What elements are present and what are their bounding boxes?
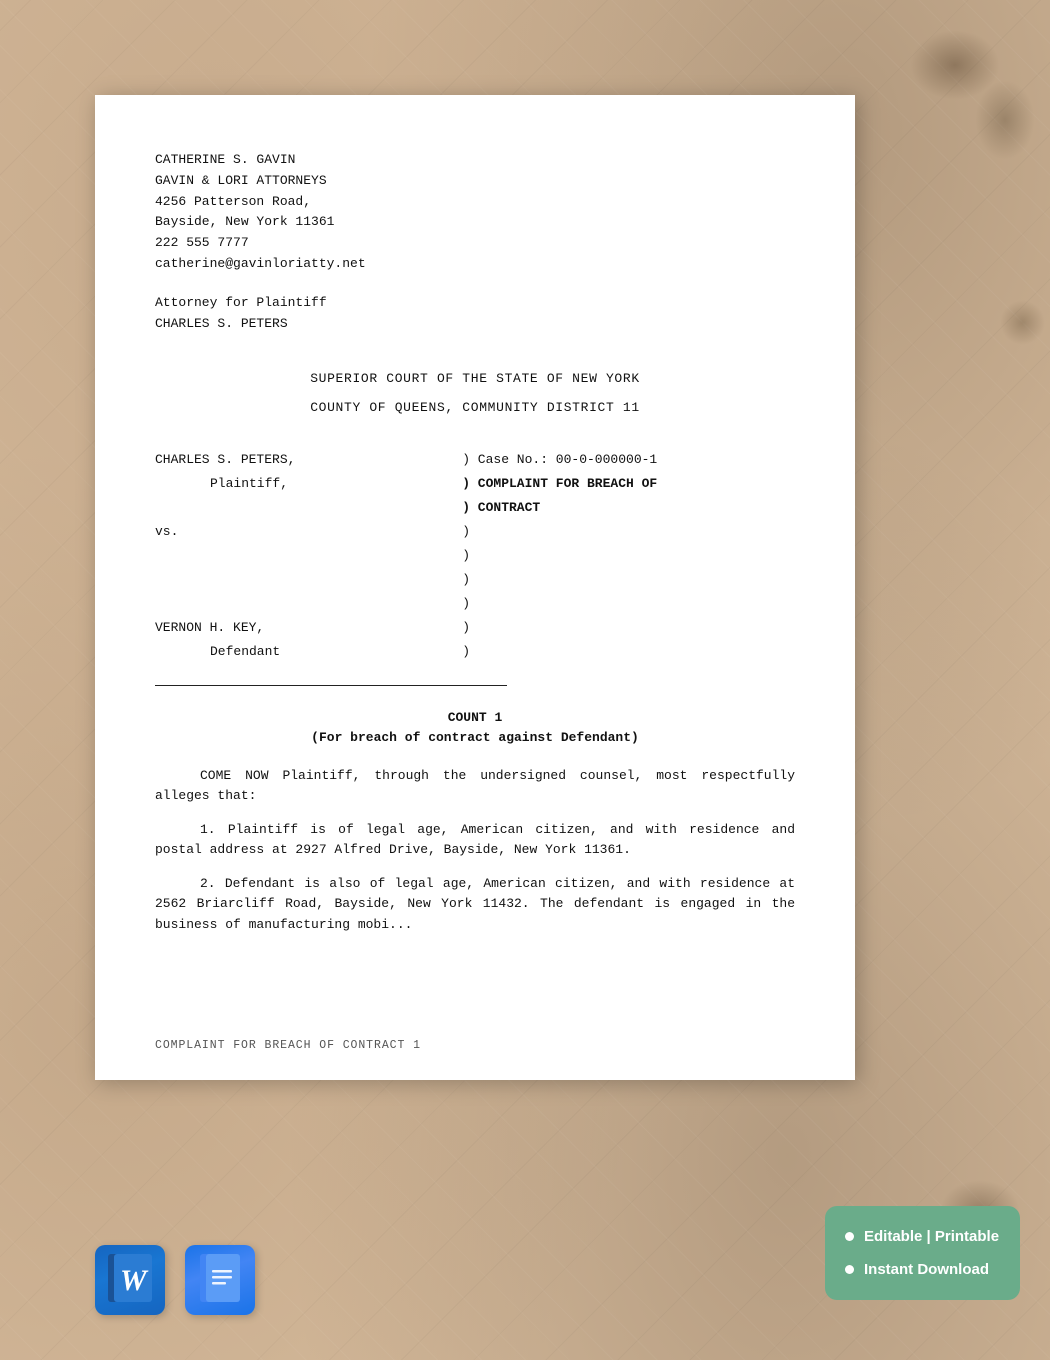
blank-cell1	[155, 496, 462, 520]
word-icon-svg: W	[106, 1254, 154, 1306]
paren3-cell: )	[462, 544, 795, 568]
court-name: SUPERIOR COURT OF THE STATE OF NEW YORK	[155, 369, 795, 389]
feature-editable: Editable | Printable	[845, 1228, 1000, 1245]
docs-app-icon[interactable]	[185, 1245, 255, 1315]
body-intro: COME NOW Plaintiff, through the undersig…	[155, 766, 795, 806]
bullet-dot-2	[845, 1265, 854, 1274]
blank-cell2	[155, 544, 462, 568]
plaintiff-name-cell: CHARLES S. PETERS,	[155, 448, 462, 472]
defendant-role-cell: Defendant	[155, 640, 462, 664]
count-title: COUNT 1	[155, 708, 795, 728]
case-divider	[155, 685, 507, 686]
paren4-cell: )	[462, 568, 795, 592]
attorney-firm: GAVIN & LORI ATTORNEYS	[155, 171, 795, 192]
case-number: ) Case No.: 00-0-000000-1	[462, 452, 657, 467]
attorney-address2: Bayside, New York 11361	[155, 212, 795, 233]
complaint-label2-cell: ) CONTRACT	[462, 496, 795, 520]
paren2-cell: )	[462, 520, 795, 544]
body-para2: 2. Defendant is also of legal age, Ameri…	[155, 874, 795, 934]
attorney-phone: 222 555 7777	[155, 233, 795, 254]
defendant-name-cell: VERNON H. KEY,	[155, 616, 462, 640]
blank-cell3	[155, 568, 462, 592]
count-section: COUNT 1 (For breach of contract against …	[155, 708, 795, 748]
blank-cell4	[155, 592, 462, 616]
court-header: SUPERIOR COURT OF THE STATE OF NEW YORK …	[155, 369, 795, 417]
case-info-table: CHARLES S. PETERS, ) Case No.: 00-0-0000…	[155, 448, 795, 665]
download-label: Instant Download	[864, 1261, 989, 1278]
bullet-dot-1	[845, 1232, 854, 1241]
editable-label: Editable | Printable	[864, 1228, 999, 1245]
vs-cell: vs.	[155, 520, 462, 544]
court-county: COUNTY OF QUEENS, COMMUNITY DISTRICT 11	[155, 398, 795, 418]
paren6-cell: )	[462, 616, 795, 640]
features-badge: Editable | Printable Instant Download	[825, 1206, 1020, 1300]
svg-text:W: W	[120, 1264, 149, 1297]
attorney-client: CHARLES S. PETERS	[155, 314, 795, 335]
paren7-cell: )	[462, 640, 795, 664]
count-subtitle: (For breach of contract against Defendan…	[155, 728, 795, 748]
feature-download: Instant Download	[845, 1261, 1000, 1278]
attorney-role: Attorney for Plaintiff	[155, 293, 795, 314]
footer-label: COMPLAINT FOR BREACH OF CONTRACT 1	[155, 1039, 421, 1052]
case-number-cell: ) Case No.: 00-0-000000-1	[462, 448, 795, 472]
plaintiff-role-cell: Plaintiff,	[155, 472, 462, 496]
document-page: CATHERINE S. GAVIN GAVIN & LORI ATTORNEY…	[95, 95, 855, 1080]
attorney-block: CATHERINE S. GAVIN GAVIN & LORI ATTORNEY…	[155, 150, 795, 334]
attorney-name: CATHERINE S. GAVIN	[155, 150, 795, 171]
word-app-icon[interactable]: W	[95, 1245, 165, 1315]
app-icons-row: W	[95, 1245, 255, 1315]
body-para1: 1. Plaintiff is of legal age, American c…	[155, 820, 795, 860]
attorney-email: catherine@gavinloriatty.net	[155, 254, 795, 275]
attorney-address1: 4256 Patterson Road,	[155, 192, 795, 213]
docs-icon-svg	[198, 1254, 242, 1306]
paren5-cell: )	[462, 592, 795, 616]
complaint-label1-cell: ) COMPLAINT FOR BREACH OF	[462, 472, 795, 496]
